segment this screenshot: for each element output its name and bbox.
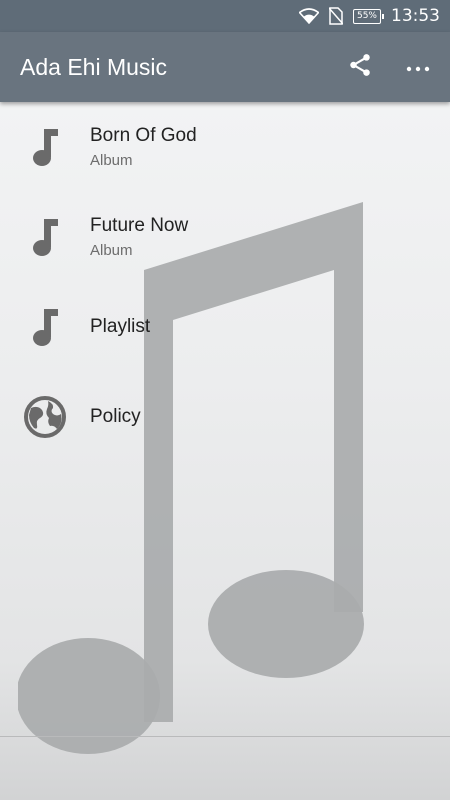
list-item-title: Policy	[90, 406, 141, 427]
list-item-born-of-god[interactable]: Born Of God Album	[0, 102, 450, 192]
divider	[0, 736, 450, 737]
list-item-title: Born Of God	[90, 125, 197, 146]
list-item-future-now[interactable]: Future Now Album	[0, 192, 450, 282]
status-icons: 55% 13:53	[289, 0, 440, 32]
music-note-icon	[22, 124, 68, 170]
music-note-icon	[22, 214, 68, 260]
list-item-title: Future Now	[90, 215, 189, 236]
content-area: Born Of God Album Future Now Album Playl…	[0, 102, 450, 800]
battery-indicator: 55%	[353, 8, 384, 24]
app-title: Ada Ehi Music	[20, 54, 168, 80]
share-button[interactable]	[340, 47, 380, 87]
list-item-policy[interactable]: Policy	[0, 372, 450, 462]
music-note-icon	[22, 304, 68, 350]
status-bar: 55% 13:53	[0, 0, 450, 32]
status-time: 13:53	[391, 6, 440, 26]
list-item-playlist[interactable]: Playlist	[0, 282, 450, 372]
globe-icon	[22, 394, 68, 440]
share-icon	[347, 52, 373, 82]
more-options-button[interactable]	[398, 47, 438, 87]
list-item-subtitle: Album	[90, 152, 133, 169]
no-sim-icon	[329, 7, 343, 25]
list-item-title: Playlist	[90, 316, 151, 337]
menu-list: Born Of God Album Future Now Album Playl…	[0, 102, 450, 462]
list-item-subtitle: Album	[90, 242, 133, 259]
wifi-icon	[299, 8, 319, 24]
more-vert-icon	[406, 58, 430, 77]
app-bar: Ada Ehi Music	[0, 32, 450, 102]
